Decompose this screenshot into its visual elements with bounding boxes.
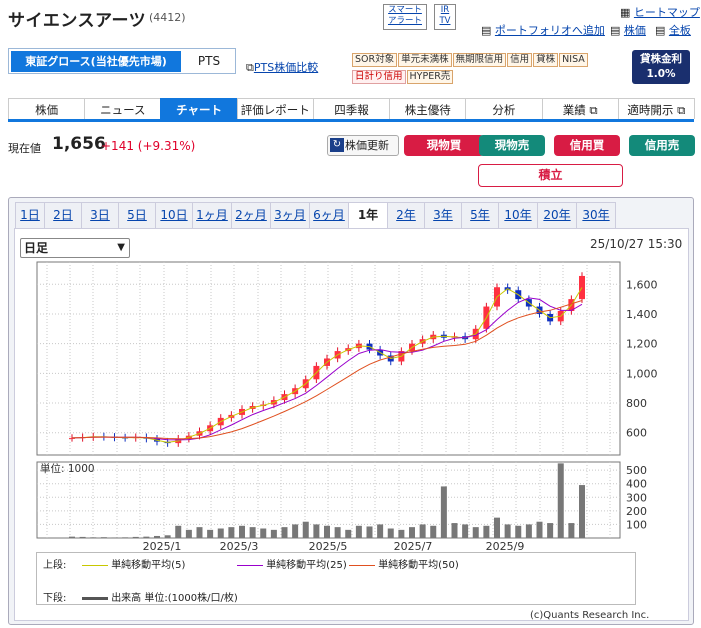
volume-bar [217, 528, 224, 538]
volume-bar [419, 524, 426, 538]
legend-swatch [349, 564, 375, 566]
volume-bar [536, 521, 543, 538]
volume-bar [281, 527, 288, 538]
volume-bar [122, 537, 129, 538]
legend-volume: 出来高 単位:(1000株/口/枚) [82, 589, 238, 604]
price-tick-label: 1,200 [626, 338, 658, 351]
volume-bar [557, 463, 564, 538]
volume-bar [302, 521, 309, 538]
volume-bar [440, 486, 447, 538]
volume-bar [504, 524, 511, 538]
volume-bar [430, 525, 437, 538]
volume-bar [228, 527, 235, 538]
legend-ma25: 単純移動平均(25) [237, 556, 347, 571]
volume-bar [196, 527, 203, 538]
volume-bar [334, 527, 341, 538]
volume-tick-label: 400 [626, 478, 647, 491]
stock-chart: 1,600 1,400 1,200 1,000 800 600 50040030020010… [36, 261, 658, 553]
legend-swatch [82, 596, 108, 600]
volume-bar [69, 536, 75, 538]
volume-bar [154, 535, 160, 538]
volume-bar [472, 527, 479, 538]
volume-bar [568, 523, 575, 538]
volume-bar [132, 536, 139, 538]
legend-ma50: 単純移動平均(50) [349, 556, 459, 571]
volume-tick-label: 100 [626, 518, 647, 531]
legend-lower-label: 下段: [43, 593, 67, 604]
volume-bar [409, 527, 415, 538]
volume-bar [164, 535, 171, 538]
copyright: (c)Quants Research Inc. [530, 610, 650, 621]
volume-bar [292, 524, 299, 538]
volume-bar [100, 537, 107, 538]
volume-bar [525, 524, 532, 538]
volume-bar [185, 529, 192, 538]
volume-bar [324, 525, 330, 538]
volume-bar [483, 525, 490, 538]
volume-bar [270, 529, 277, 538]
volume-bar [207, 529, 214, 538]
volume-tick-label: 300 [626, 491, 647, 504]
volume-bar [579, 485, 585, 538]
legend-ma5: 単純移動平均(5) [82, 556, 185, 571]
volume-bar [494, 517, 500, 538]
volume-tick-label: 200 [626, 505, 647, 518]
price-tick-label: 1,600 [626, 278, 658, 291]
volume-bar [345, 529, 352, 538]
price-tick-label: 1,400 [626, 308, 658, 321]
price-tick-label: 1,000 [626, 367, 658, 380]
volume-bar [175, 525, 182, 538]
price-tick-label: 600 [626, 427, 647, 440]
volume-bar [249, 527, 256, 538]
legend-upper-label: 上段: [43, 560, 67, 571]
volume-bar [260, 528, 267, 538]
chart-legend: 上段: 単純移動平均(5) 単純移動平均(25) 単純移動平均(50) 下段: … [36, 552, 636, 605]
volume-bar [462, 524, 469, 538]
price-tick-label: 800 [626, 397, 647, 410]
legend-swatch [237, 564, 263, 566]
volume-bar [90, 537, 97, 538]
volume-bar [111, 537, 118, 538]
volume-bar [515, 525, 522, 538]
volume-bar [387, 528, 394, 538]
volume-unit-label: 単位: 1000 [40, 462, 95, 475]
volume-bar [547, 523, 554, 538]
volume-bar [143, 536, 150, 538]
volume-bar [377, 524, 384, 538]
volume-bar [451, 523, 458, 538]
volume-bar [398, 529, 405, 538]
volume-bar [355, 525, 362, 538]
volume-bar [79, 536, 86, 538]
volume-bar [366, 526, 373, 538]
legend-swatch [82, 564, 108, 566]
volume-bar [313, 524, 320, 538]
volume-bar [239, 525, 245, 538]
volume-tick-label: 500 [626, 464, 647, 477]
